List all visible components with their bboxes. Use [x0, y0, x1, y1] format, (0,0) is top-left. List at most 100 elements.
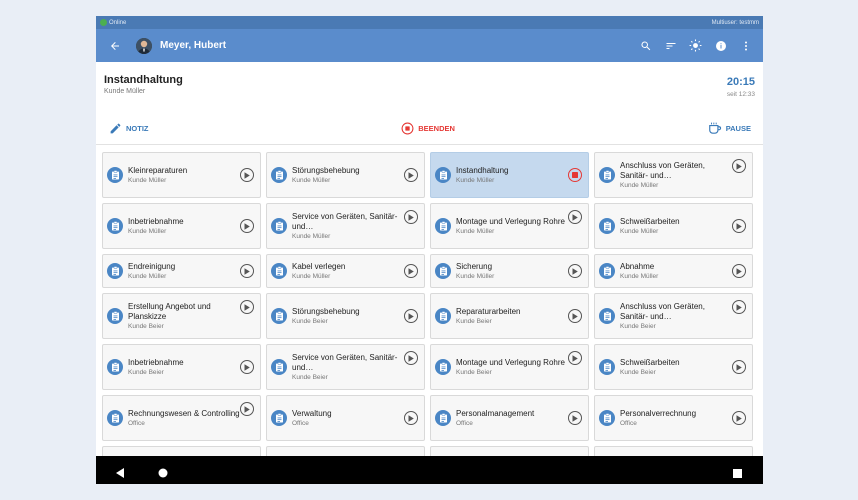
- nav-recents-icon[interactable]: [733, 465, 742, 483]
- clipboard-icon: [435, 308, 451, 324]
- pause-button[interactable]: PAUSE: [708, 122, 751, 135]
- stop-label: BEENDEN: [418, 123, 455, 133]
- task-card[interactable]: Störungsbehebung Kunde Beier: [266, 293, 425, 339]
- task-card[interactable]: Montage und Verlegung Rohre Kunde Beier: [430, 344, 589, 390]
- task-title: Service von Geräten, Sanitär- und…: [292, 353, 398, 372]
- play-task-icon[interactable]: [568, 351, 582, 365]
- nav-back-icon[interactable]: [116, 465, 125, 483]
- task-title: Instandhaltung: [456, 166, 509, 175]
- play-task-icon[interactable]: [732, 411, 746, 425]
- task-customer: Kunde Müller: [456, 228, 495, 235]
- brightness-icon[interactable]: [688, 38, 703, 53]
- task-card[interactable]: Störungsbehebung Kunde Müller: [266, 152, 425, 198]
- play-task-icon[interactable]: [404, 210, 418, 224]
- pause-label: PAUSE: [725, 123, 751, 133]
- play-task-icon[interactable]: [732, 159, 746, 173]
- task-card[interactable]: Sicherung Kunde Müller: [430, 254, 589, 288]
- clipboard-icon: [435, 167, 451, 183]
- play-task-icon[interactable]: [404, 168, 418, 182]
- play-task-icon[interactable]: [240, 264, 254, 278]
- task-text: Inbetriebnahme Kunde Beier: [128, 358, 240, 376]
- task-card[interactable]: Personalverrechnung Office: [594, 395, 753, 441]
- task-title: Inbetriebnahme: [128, 217, 184, 226]
- play-task-icon[interactable]: [404, 351, 418, 365]
- task-card[interactable]: Personalmanagement Office: [430, 395, 589, 441]
- play-task-icon[interactable]: [240, 360, 254, 374]
- play-task-icon[interactable]: [404, 411, 418, 425]
- info-icon[interactable]: [713, 38, 728, 53]
- clipboard-icon: [599, 359, 615, 375]
- stop-button[interactable]: BEENDEN: [401, 122, 455, 135]
- task-customer: Kunde Müller: [620, 273, 659, 280]
- clipboard-icon: [107, 410, 123, 426]
- task-card[interactable]: Verwaltung Office: [266, 395, 425, 441]
- play-task-icon[interactable]: [568, 264, 582, 278]
- play-task-icon[interactable]: [240, 300, 254, 314]
- task-customer: Kunde Müller: [456, 273, 495, 280]
- play-task-icon[interactable]: [404, 264, 418, 278]
- clipboard-icon: [599, 263, 615, 279]
- play-task-icon[interactable]: [568, 309, 582, 323]
- clipboard-icon: [435, 359, 451, 375]
- play-task-icon[interactable]: [240, 219, 254, 233]
- pencil-icon: [110, 123, 121, 133]
- task-title: Sicherung: [456, 262, 493, 271]
- task-text: Erstellung Angebot und Planskizze Kunde B…: [128, 302, 240, 330]
- clipboard-icon: [271, 308, 287, 324]
- task-card[interactable]: Endreinigung Kunde Müller: [102, 254, 261, 288]
- task-card[interactable]: Reparaturarbeiten Kunde Beier: [430, 293, 589, 339]
- task-text: Schweißarbeiten Kunde Müller: [620, 217, 732, 235]
- play-task-icon[interactable]: [240, 402, 254, 416]
- task-card[interactable]: Anschluss von Geräten, Sanitär- und… Kund…: [594, 293, 753, 339]
- play-task-icon[interactable]: [732, 264, 746, 278]
- task-card[interactable]: Abnahme Kunde Müller: [594, 254, 753, 288]
- play-task-icon[interactable]: [568, 210, 582, 224]
- task-text: Reparaturarbeiten Kunde Beier: [456, 307, 568, 325]
- task-grid: Kleinreparaturen Kunde Müller Störungsbehe…: [102, 152, 757, 484]
- play-task-icon[interactable]: [732, 360, 746, 374]
- status-bar: Online Multiuser: testmm: [96, 16, 763, 29]
- task-customer: Office: [128, 420, 145, 427]
- note-button[interactable]: NOTIZ: [109, 122, 149, 135]
- task-customer: Kunde Beier: [620, 323, 656, 330]
- avatar[interactable]: [136, 37, 152, 54]
- task-card[interactable]: Service von Geräten, Sanitär- und… Kunde …: [266, 344, 425, 390]
- task-text: Personalmanagement Office: [456, 409, 568, 427]
- user-name: Meyer, Hubert: [160, 40, 227, 51]
- back-arrow-icon[interactable]: [108, 39, 122, 53]
- more-vert-icon[interactable]: [738, 38, 753, 53]
- task-text: Kleinreparaturen Kunde Müller: [128, 166, 240, 184]
- search-icon[interactable]: [638, 38, 653, 53]
- task-card[interactable]: Montage und Verlegung Rohre Kunde Müller: [430, 203, 589, 249]
- task-card[interactable]: Service von Geräten, Sanitär- und… Kunde …: [266, 203, 425, 249]
- play-task-icon[interactable]: [732, 300, 746, 314]
- task-card[interactable]: Schweißarbeiten Kunde Müller: [594, 203, 753, 249]
- nav-home-icon[interactable]: [158, 465, 168, 483]
- play-task-icon[interactable]: [732, 219, 746, 233]
- task-title: Endreinigung: [128, 262, 176, 271]
- task-text: Service von Geräten, Sanitär- und… Kunde …: [292, 212, 404, 240]
- task-card[interactable]: Erstellung Angebot und Planskizze Kunde B…: [102, 293, 261, 339]
- task-customer: Office: [456, 420, 473, 427]
- task-title: Service von Geräten, Sanitär- und…: [292, 212, 398, 231]
- stop-task-icon[interactable]: [568, 168, 582, 182]
- task-card[interactable]: Anschluss von Geräten, Sanitär- und… Kund…: [594, 152, 753, 198]
- sort-icon[interactable]: [663, 38, 678, 53]
- clipboard-icon: [435, 263, 451, 279]
- task-text: Anschluss von Geräten, Sanitär- und… Kund…: [620, 302, 732, 330]
- task-card[interactable]: Schweißarbeiten Kunde Beier: [594, 344, 753, 390]
- task-card[interactable]: Rechnungswesen & Controlling Office: [102, 395, 261, 441]
- current-task-title: Instandhaltung: [104, 74, 183, 86]
- task-card[interactable]: Kleinreparaturen Kunde Müller: [102, 152, 261, 198]
- coffee-cup-icon: [708, 122, 721, 134]
- task-card[interactable]: Inbetriebnahme Kunde Müller: [102, 203, 261, 249]
- task-card[interactable]: Kabel verlegen Kunde Müller: [266, 254, 425, 288]
- task-title: Abnahme: [620, 262, 655, 271]
- task-text: Anschluss von Geräten, Sanitär- und… Kund…: [620, 161, 732, 189]
- clipboard-icon: [271, 263, 287, 279]
- play-task-icon[interactable]: [240, 168, 254, 182]
- task-card[interactable]: Instandhaltung Kunde Müller: [430, 152, 589, 198]
- play-task-icon[interactable]: [404, 309, 418, 323]
- task-card[interactable]: Inbetriebnahme Kunde Beier: [102, 344, 261, 390]
- play-task-icon[interactable]: [568, 411, 582, 425]
